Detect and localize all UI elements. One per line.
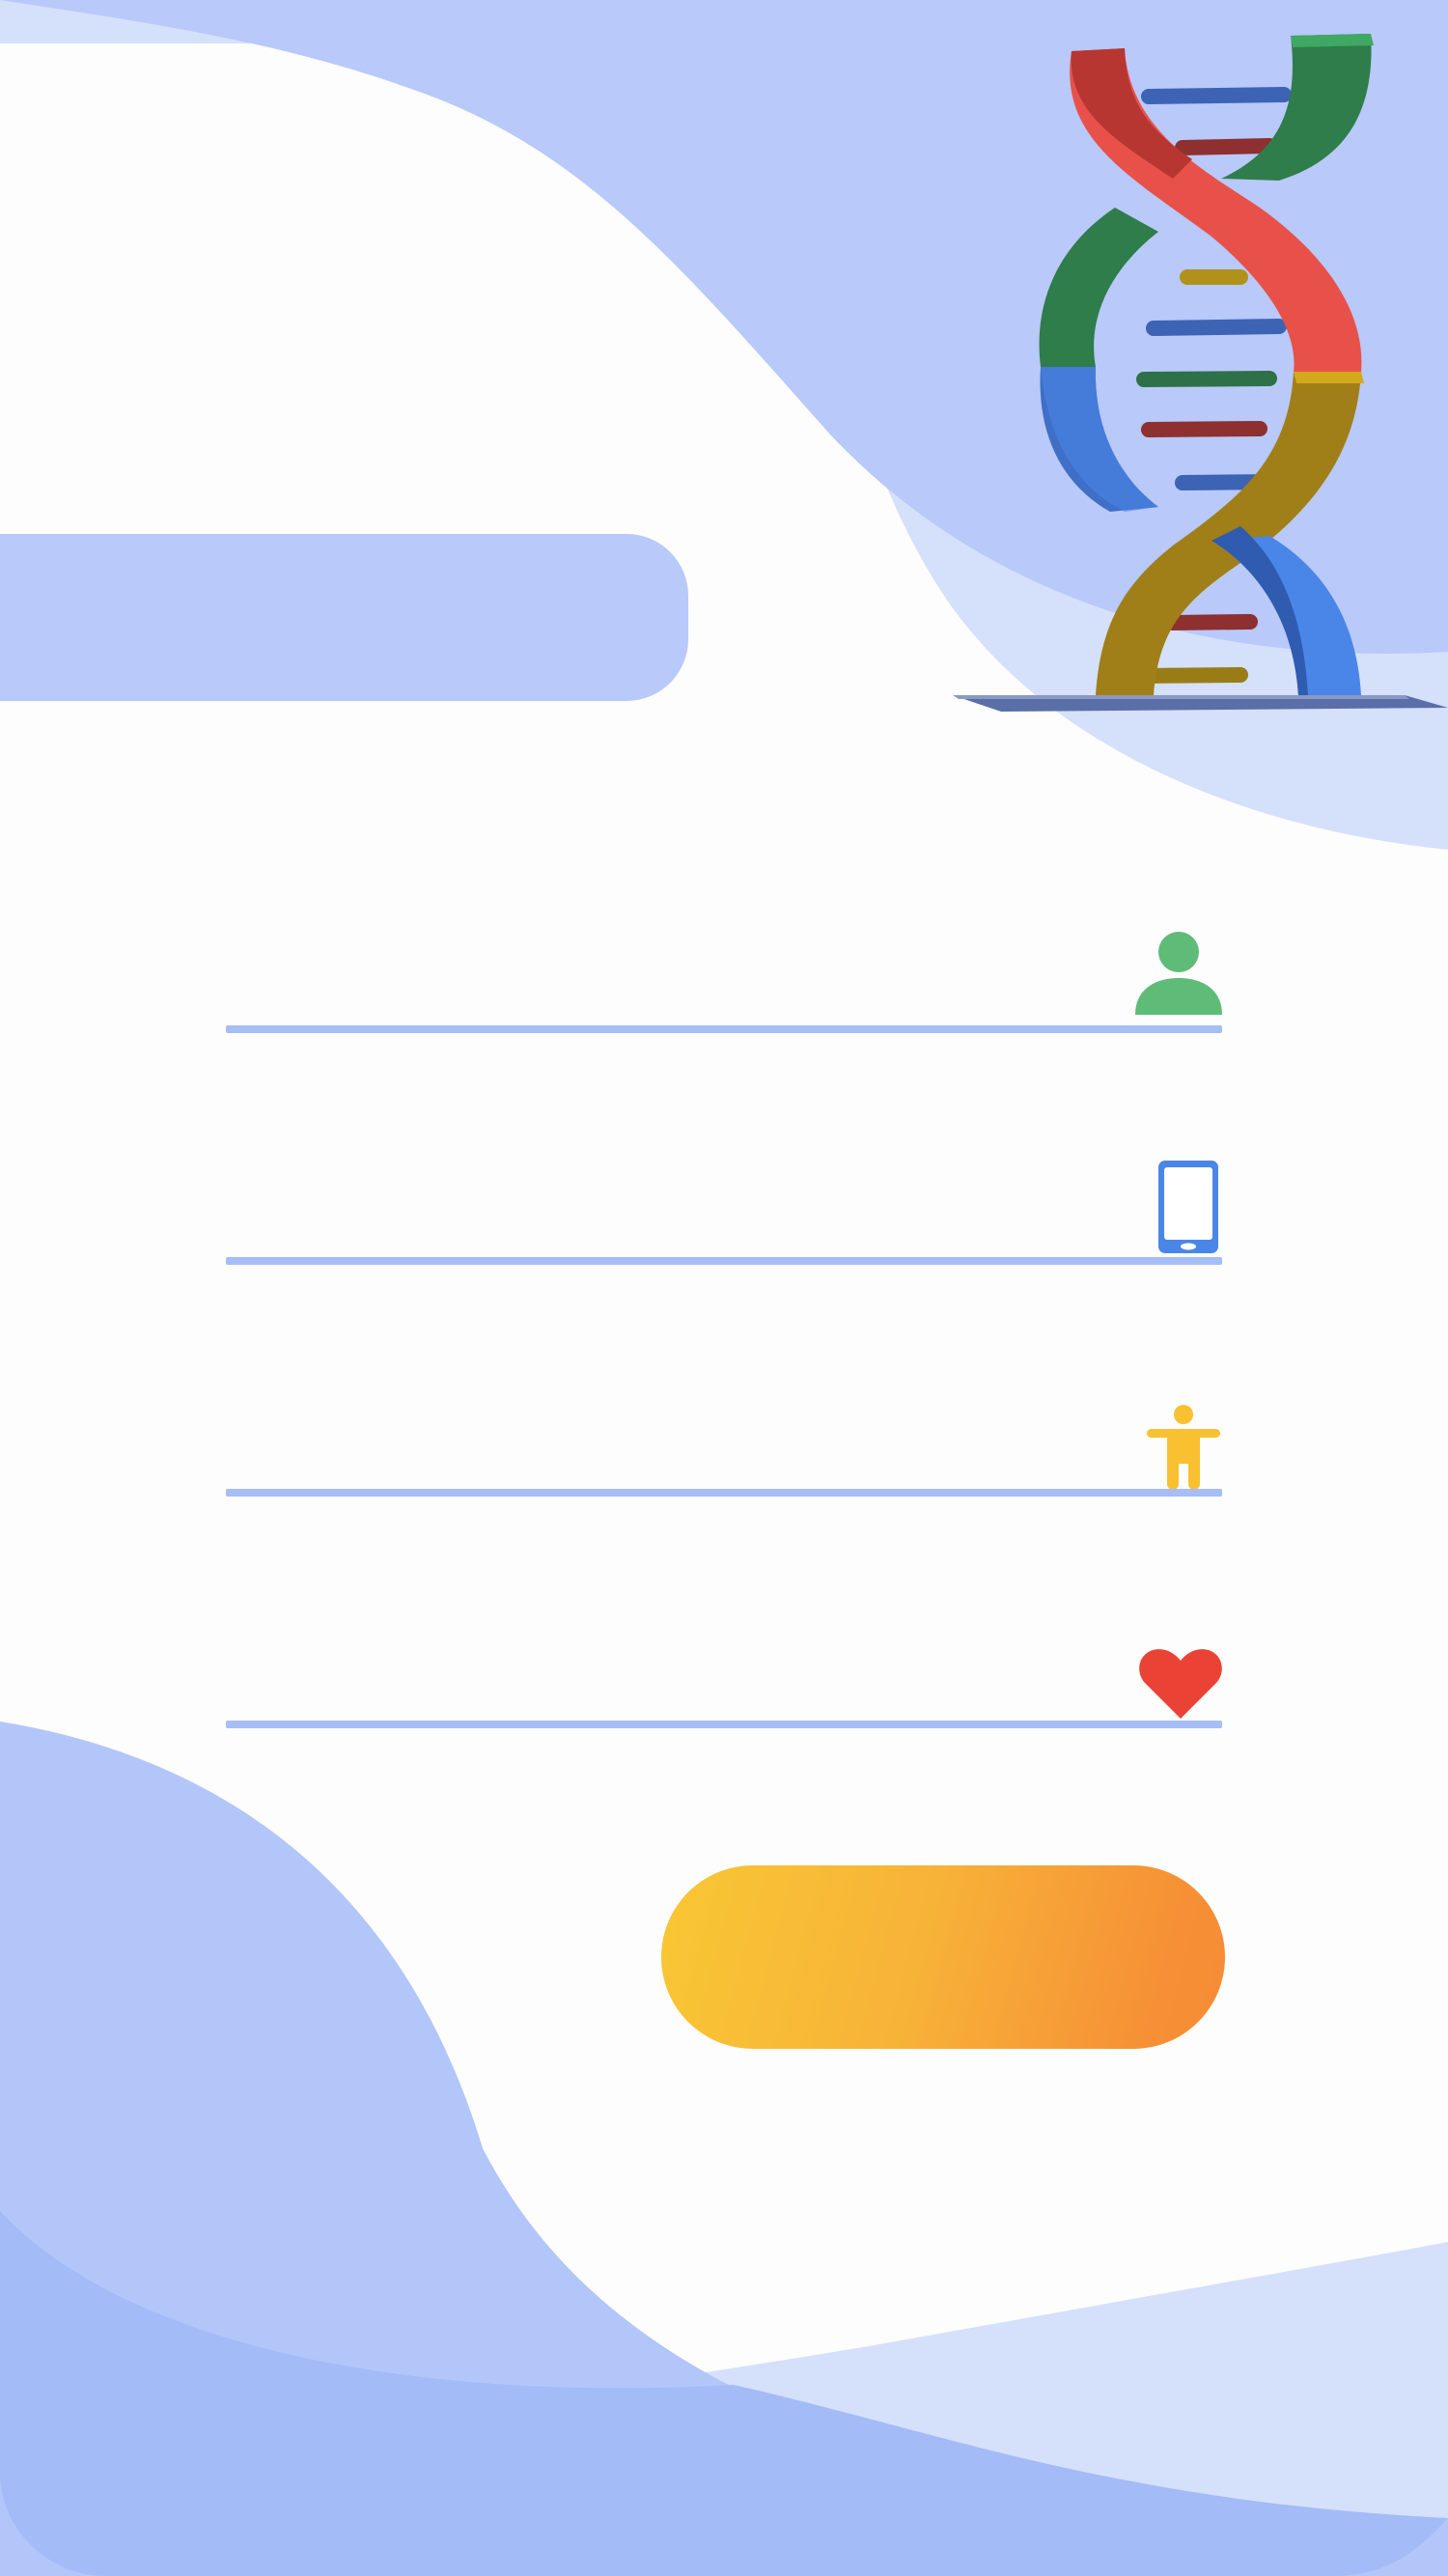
health-input[interactable]: [226, 1622, 1099, 1721]
health-field: [226, 1622, 1222, 1728]
page-title: [0, 534, 688, 627]
person-icon: [1135, 932, 1222, 1015]
accessibility-figure-icon: [1147, 1405, 1220, 1490]
phone-input[interactable]: [226, 1159, 1099, 1257]
name-field: [226, 927, 1222, 1033]
dna-helix-icon: [953, 34, 1448, 712]
health-underline: [226, 1721, 1222, 1728]
mobile-phone-icon: [1158, 1161, 1218, 1253]
phone-field: [226, 1159, 1222, 1265]
submit-button[interactable]: [661, 1865, 1225, 2049]
body-underline: [226, 1489, 1222, 1497]
phone-underline: [226, 1257, 1222, 1265]
heart-icon: [1139, 1649, 1222, 1719]
body-field: [226, 1390, 1222, 1497]
registration-screen: [0, 0, 1448, 2576]
name-input[interactable]: [226, 927, 1099, 1025]
name-underline: [226, 1025, 1222, 1033]
title-banner: [0, 534, 688, 701]
body-input[interactable]: [226, 1390, 1099, 1489]
